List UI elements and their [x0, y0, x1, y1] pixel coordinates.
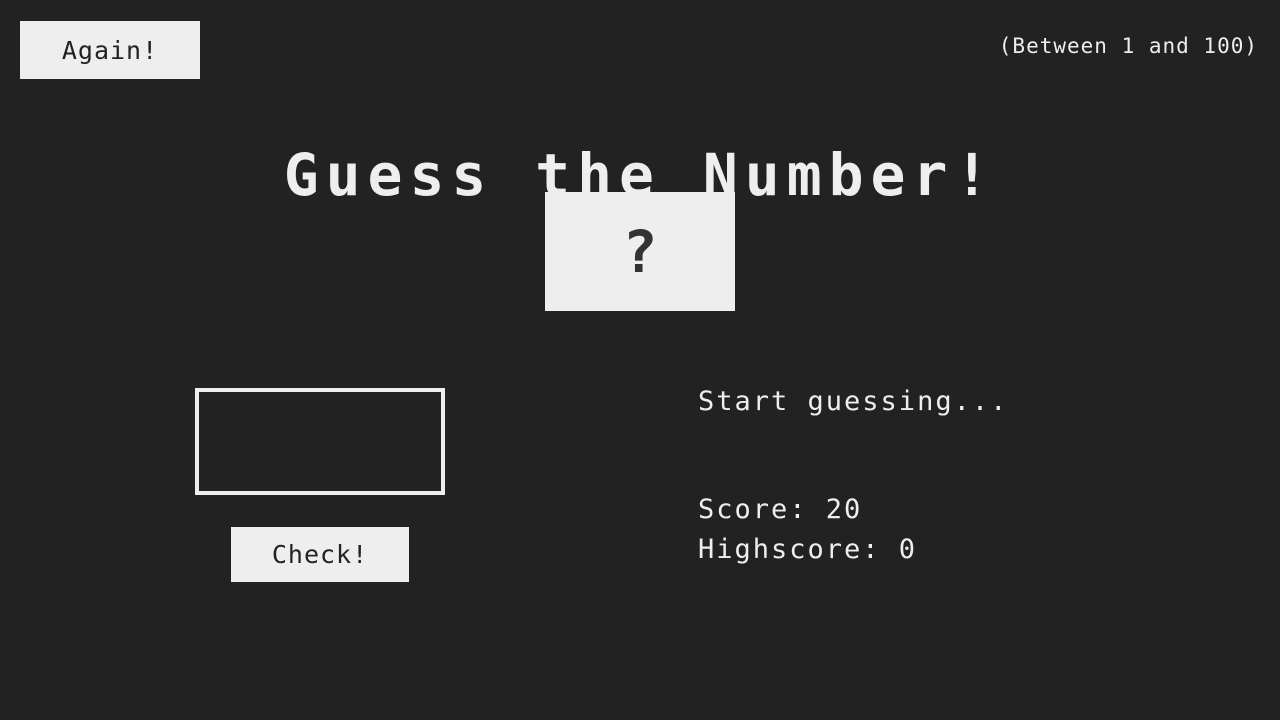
score-label: Score: 20: [698, 494, 863, 525]
check-button[interactable]: Check!: [231, 527, 409, 582]
guess-form: Check!: [195, 388, 695, 582]
range-hint-label: (Between 1 and 100): [998, 34, 1258, 58]
status-panel: Start guessing... Score: 20 Highscore: 0: [698, 388, 1258, 576]
status-message: Start guessing...: [698, 386, 1009, 417]
highscore-label: Highscore: 0: [698, 534, 918, 565]
guess-input[interactable]: [195, 388, 445, 495]
again-button[interactable]: Again!: [20, 21, 200, 79]
app-header: Again! (Between 1 and 100): [0, 0, 1280, 90]
main-area: Check! Start guessing... Score: 20 Highs…: [0, 340, 1280, 720]
score-block: Score: 20 Highscore: 0: [698, 496, 1258, 563]
guess-the-number-app: { "app": { "title": "Guess the Number!",…: [0, 0, 1280, 720]
secret-number-display: ?: [545, 192, 735, 311]
